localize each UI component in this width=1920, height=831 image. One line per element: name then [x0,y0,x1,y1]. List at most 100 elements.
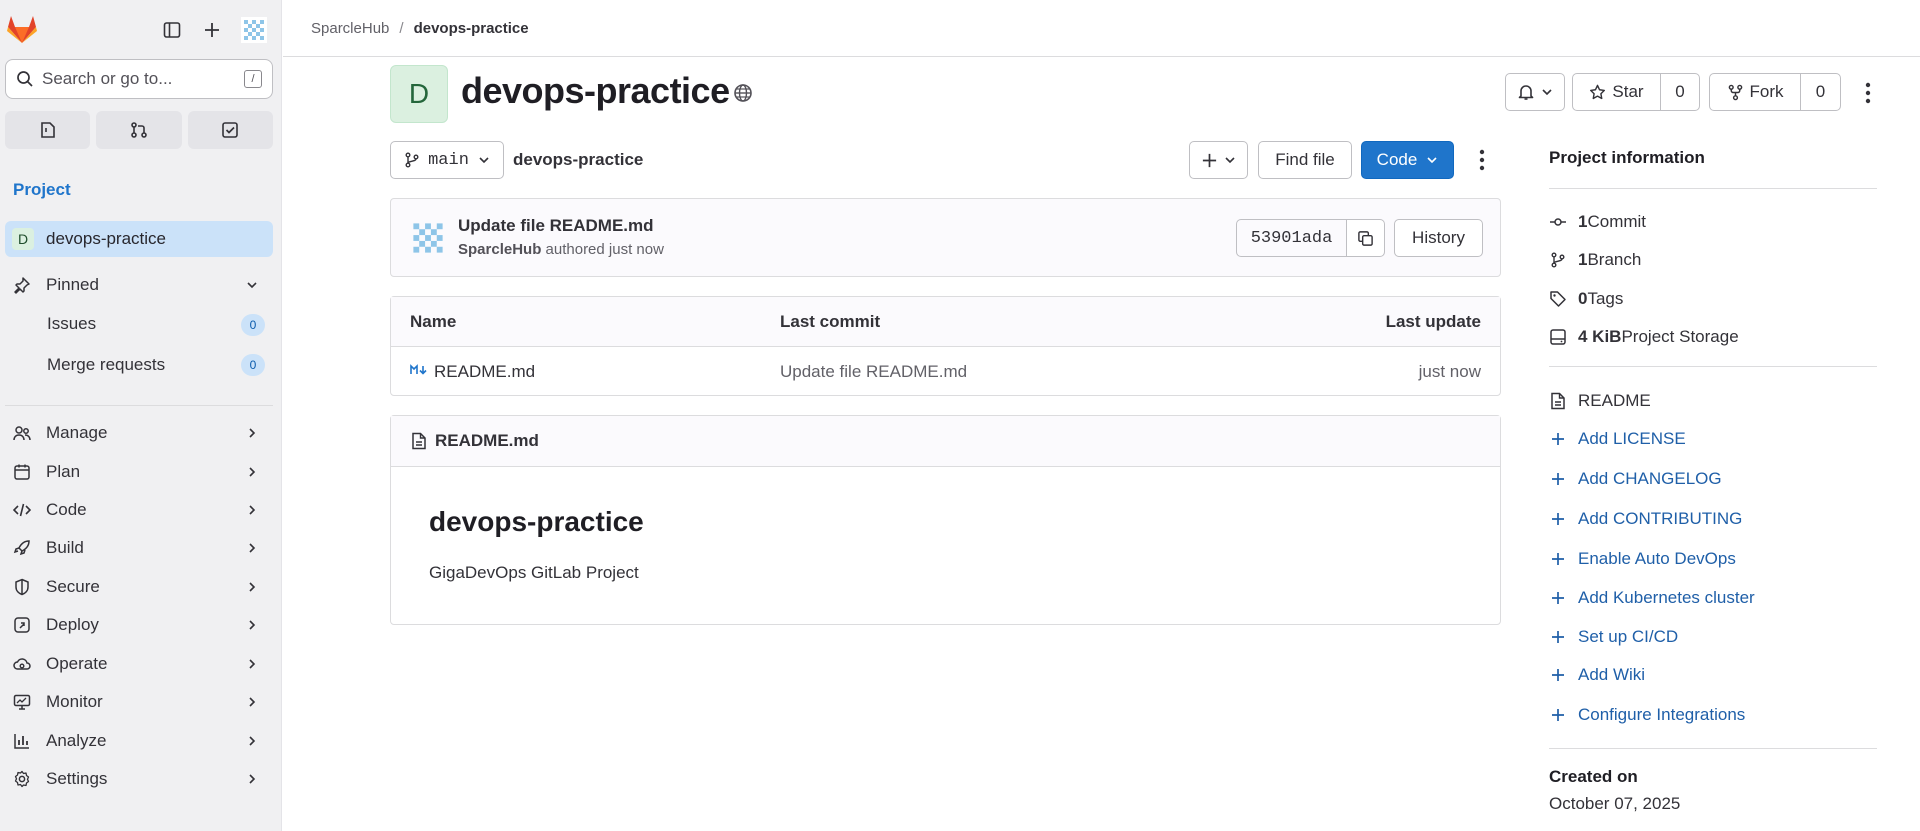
tags-label: Tags [1587,289,1624,308]
readme-link[interactable]: README [1549,390,1651,412]
copy-sha-button[interactable] [1346,219,1385,257]
commit-sha[interactable]: 53901ada [1236,219,1347,257]
enable-auto-devops-link[interactable]: Enable Auto DevOps [1549,548,1736,570]
file-last-commit-link[interactable]: Update file README.md [780,362,967,382]
configure-integrations-link[interactable]: Configure Integrations [1549,704,1745,726]
chevron-right-icon [245,503,259,517]
breadcrumb-current-link[interactable]: devops-practice [414,20,529,37]
commit-author-link[interactable]: SparcleHub [458,241,541,258]
history-button[interactable]: History [1394,219,1483,257]
commit-title-link[interactable]: Update file README.md [458,216,654,236]
sidebar-project-name: devops-practice [46,229,167,248]
sidebar-item-label: Plan [46,462,81,481]
add-link-label: Add LICENSE [1578,429,1686,448]
chevron-right-icon [245,426,259,440]
setup-ci-cd-link[interactable]: Set up CI/CD [1549,626,1678,648]
sidebar-item-settings[interactable]: Settings [5,762,273,796]
sidebar-item-merge-requests[interactable]: Merge requests [47,355,165,375]
gitlab-logo-icon[interactable] [6,14,38,44]
sidebar-item-manage[interactable]: Manage [5,416,273,450]
assigned-issues-button[interactable] [5,111,91,149]
sidebar-item-label: Analyze [46,731,107,750]
add-contributing-link[interactable]: Add CONTRIBUTING [1549,508,1742,530]
branch-selector[interactable]: main [390,141,504,179]
commits-label: Commit [1587,212,1647,231]
file-icon [411,432,427,450]
plus-icon [1549,430,1567,448]
divider [1549,748,1877,749]
plus-icon [1201,152,1218,169]
add-wiki-link[interactable]: Add Wiki [1549,664,1645,686]
todo-list-button[interactable] [187,111,273,149]
project-storage-link[interactable]: 4 KiB Project Storage [1549,326,1739,348]
planning-icon [13,463,31,481]
sidebar-item-secure[interactable]: Secure [5,570,273,604]
commit-author-avatar[interactable] [409,219,447,257]
rocket-icon [13,539,31,557]
sidebar-item-label: Build [46,538,84,557]
file-last-update: just now [1418,362,1481,381]
chevron-down-icon [245,278,259,292]
tags-count-link[interactable]: 0 Tags [1549,288,1623,310]
sidebar-item-monitor[interactable]: Monitor [5,685,273,719]
tag-icon [1549,290,1567,308]
sidebar-pinned-toggle[interactable]: Pinned [5,268,273,302]
sidebar-item-operate[interactable]: Operate [5,647,273,681]
sidebar-item-build[interactable]: Build [5,531,273,565]
readme-panel: README.md devops-practice GigaDevOps Git… [390,415,1501,625]
add-link-label: Enable Auto DevOps [1578,549,1736,568]
breadcrumb-group-link[interactable]: SparcleHub [311,20,389,37]
chevron-right-icon [245,734,259,748]
readme-filename-link[interactable]: README.md [435,431,539,451]
file-name-link[interactable]: README.md [434,362,535,382]
sidebar-item-issues[interactable]: Issues [47,314,96,334]
create-new-icon[interactable] [198,16,226,44]
sidebar-item-analyze[interactable]: Analyze [5,724,273,758]
sidebar-item-label: Operate [46,654,108,673]
disk-icon [1549,328,1567,346]
project-avatar-large: D [390,65,448,123]
merge-requests-button[interactable] [96,111,182,149]
project-information-title: Project information [1549,148,1705,167]
public-visibility-icon[interactable] [733,83,753,103]
bell-icon [1517,83,1535,101]
branches-count: 1 [1578,250,1588,269]
sidebar-item-label: Secure [46,577,100,596]
search-input[interactable]: Search or go to... / [5,59,273,99]
add-link-label: Add CONTRIBUTING [1578,509,1743,528]
project-avatar: D [12,228,34,250]
add-license-link[interactable]: Add LICENSE [1549,428,1686,450]
column-header-last-update: Last update [1385,312,1481,331]
project-information-panel: Project information 1 Commit 1 Branch 0 … [1549,0,1879,831]
merge-requests-count-badge: 0 [241,354,265,376]
divider [1549,366,1877,367]
commit-authored-time: authored just now [541,241,664,258]
column-header-name: Name [410,312,457,331]
add-kubernetes-cluster-link[interactable]: Add Kubernetes cluster [1549,587,1755,609]
commits-count-link[interactable]: 1 Commit [1549,211,1646,233]
find-file-button[interactable]: Find file [1258,141,1352,179]
search-icon [16,70,34,88]
code-button-label: Code [1376,150,1418,169]
sidebar-item-deploy[interactable]: Deploy [5,608,273,642]
sidebar-project-item[interactable]: D devops-practice [5,221,273,257]
sidebar-item-code[interactable]: Code [5,493,273,527]
toggle-sidebar-icon[interactable] [158,16,186,44]
readme-heading: devops-practice [429,506,644,537]
readme-body: GigaDevOps GitLab Project [429,563,639,582]
sidebar-item-plan[interactable]: Plan [5,455,273,489]
divider [1549,188,1877,189]
branch-icon [1549,251,1567,269]
code-dropdown-button[interactable]: Code [1361,141,1454,179]
table-row[interactable]: README.md Update file README.md just now [391,347,1500,395]
plus-icon [1549,510,1567,528]
readme-link-label: README [1578,391,1651,410]
chart-icon [13,732,31,750]
repo-actions-kebab-icon[interactable] [1473,149,1491,171]
add-changelog-link[interactable]: Add CHANGELOG [1549,468,1722,490]
branches-count-link[interactable]: 1 Branch [1549,249,1641,271]
repo-path-breadcrumb[interactable]: devops-practice [513,150,643,170]
sidebar-item-label: Code [46,500,87,519]
add-to-tree-button[interactable] [1189,141,1248,179]
user-avatar[interactable] [240,16,268,44]
